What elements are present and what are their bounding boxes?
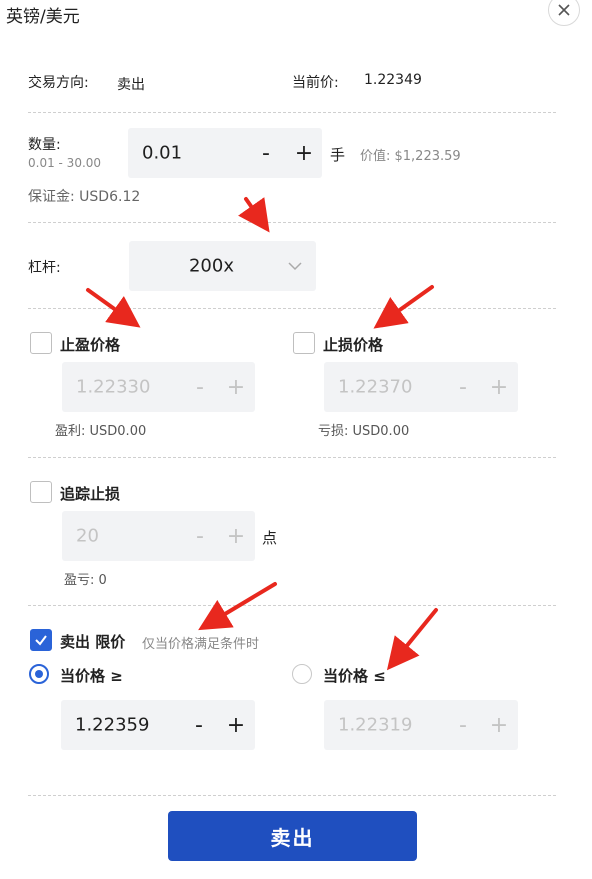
limit-ge-stepper[interactable]: 1.22359 - + [61, 700, 255, 750]
annotation-arrow-price-le [386, 608, 438, 671]
margin-text: 保证金: USD6.12 [28, 189, 141, 205]
divider [28, 795, 556, 796]
limit-order-hint: 仅当价格满足条件时 [142, 637, 260, 652]
divider [28, 457, 556, 458]
trailing-stop-stepper[interactable]: 20 - + [62, 511, 255, 561]
stop-loss-label: 止损价格 [323, 336, 384, 354]
close-button[interactable] [548, 0, 580, 26]
divider [28, 605, 556, 606]
price-ge-radio[interactable] [29, 664, 49, 684]
leverage-select[interactable]: 200x [129, 241, 316, 291]
volume-plus-button[interactable]: + [292, 141, 316, 166]
limit-ge-minus-button[interactable]: - [187, 713, 211, 738]
take-profit-profit: 盈利: USD0.00 [55, 424, 147, 439]
limit-ge-plus-button[interactable]: + [224, 713, 248, 738]
stop-loss-checkbox[interactable] [293, 332, 315, 354]
current-price-value: 1.22349 [364, 72, 422, 88]
annotation-arrow-stop-loss [373, 285, 434, 329]
take-profit-plus-button[interactable]: + [224, 375, 248, 400]
limit-le-plus-button[interactable]: + [487, 713, 511, 738]
annotation-arrow-take-profit [86, 288, 141, 328]
sell-submit-button[interactable]: 卖出 [168, 811, 417, 861]
limit-ge-value[interactable]: 1.22359 [75, 715, 149, 736]
price-ge-label: 当价格 ≥ [60, 667, 123, 685]
stop-loss-stepper[interactable]: 1.22370 - + [324, 362, 518, 412]
dialog-title: 英镑/美元 [6, 7, 80, 27]
stop-loss-plus-button[interactable]: + [487, 375, 511, 400]
take-profit-minus-button[interactable]: - [188, 375, 212, 400]
volume-unit: 手 [330, 146, 346, 164]
divider [28, 112, 556, 113]
trailing-stop-plus-button[interactable]: + [224, 524, 248, 549]
take-profit-stepper[interactable]: 1.22330 - + [62, 362, 255, 412]
trailing-stop-unit: 点 [262, 529, 278, 547]
volume-minus-button[interactable]: - [254, 141, 278, 166]
limit-le-stepper[interactable]: 1.22319 - + [324, 700, 518, 750]
take-profit-label: 止盈价格 [60, 336, 121, 354]
volume-label: 数量: [28, 137, 61, 153]
trailing-stop-value[interactable]: 20 [76, 526, 99, 547]
current-price-label: 当前价: [292, 75, 339, 91]
checkmark-icon [35, 635, 47, 646]
price-le-radio[interactable] [292, 664, 312, 684]
take-profit-checkbox[interactable] [30, 332, 52, 354]
trailing-stop-checkbox[interactable] [30, 481, 52, 503]
trailing-stop-label: 追踪止损 [60, 485, 121, 503]
close-icon [558, 4, 570, 16]
stop-loss-value[interactable]: 1.22370 [338, 377, 412, 398]
price-le-label: 当价格 ≤ [323, 667, 386, 685]
trailing-stop-pnl: 盈亏: 0 [64, 573, 107, 588]
volume-value[interactable]: 0.01 [142, 143, 182, 164]
leverage-label: 杠杆: [28, 260, 61, 276]
chevron-down-icon [288, 262, 302, 271]
volume-worth: 价值: $1,223.59 [360, 149, 461, 164]
direction-value: 卖出 [117, 77, 145, 93]
leverage-value: 200x [188, 255, 234, 277]
divider [28, 222, 556, 223]
stop-loss-minus-button[interactable]: - [451, 375, 475, 400]
limit-order-label: 卖出 限价 [60, 633, 126, 651]
stop-loss-loss: 亏损: USD0.00 [318, 424, 410, 439]
limit-le-minus-button[interactable]: - [451, 713, 475, 738]
take-profit-value[interactable]: 1.22330 [76, 377, 150, 398]
limit-order-checkbox[interactable] [30, 629, 52, 651]
divider [28, 308, 556, 309]
direction-label: 交易方向: [28, 75, 89, 91]
volume-stepper[interactable]: 0.01 - + [128, 128, 322, 178]
trailing-stop-minus-button[interactable]: - [188, 524, 212, 549]
limit-le-value[interactable]: 1.22319 [338, 715, 412, 736]
volume-range: 0.01 - 30.00 [28, 156, 102, 170]
